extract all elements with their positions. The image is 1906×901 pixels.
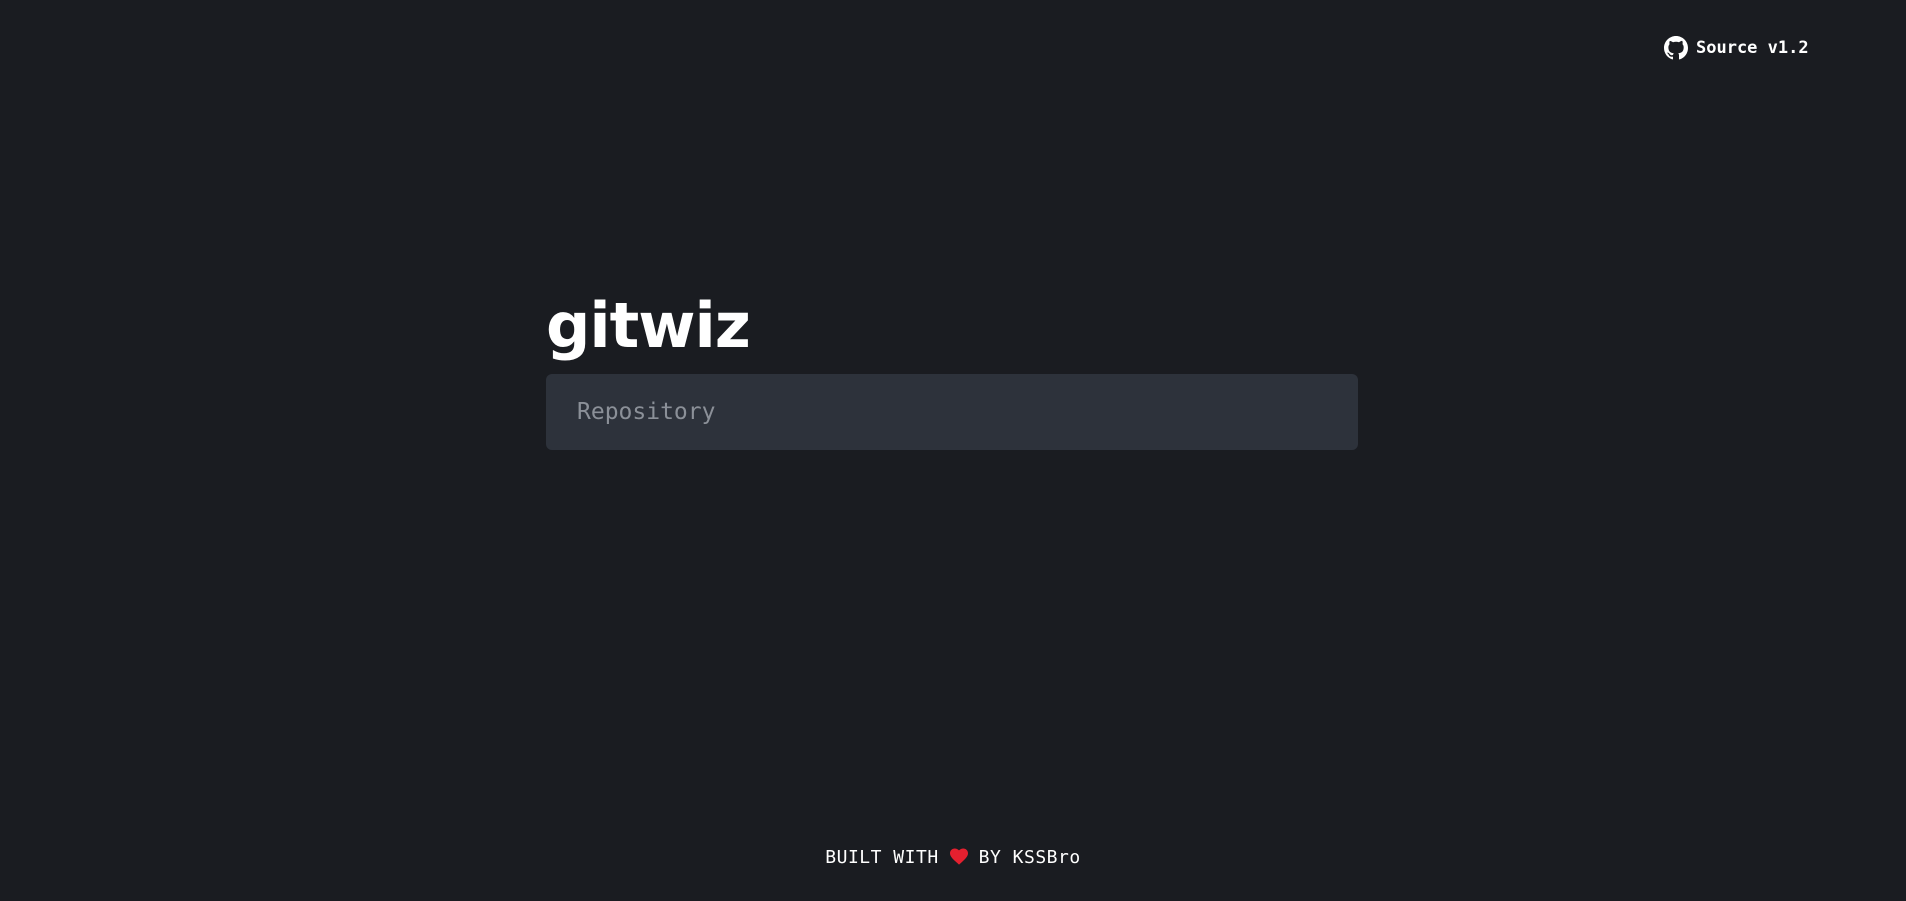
github-icon xyxy=(1664,36,1688,60)
heart-icon xyxy=(949,847,969,865)
footer: BUILT WITH BY KSSBro xyxy=(0,846,1906,870)
source-link[interactable]: Source v1.2 xyxy=(1664,36,1809,60)
footer-built-with: BUILT WITH xyxy=(825,847,939,868)
app-title: gitwiz xyxy=(546,289,751,362)
repository-input[interactable] xyxy=(546,374,1358,450)
footer-author: BY KSSBro xyxy=(978,847,1081,868)
source-label: Source v1.2 xyxy=(1696,38,1809,58)
main-panel: gitwiz xyxy=(546,286,1358,450)
